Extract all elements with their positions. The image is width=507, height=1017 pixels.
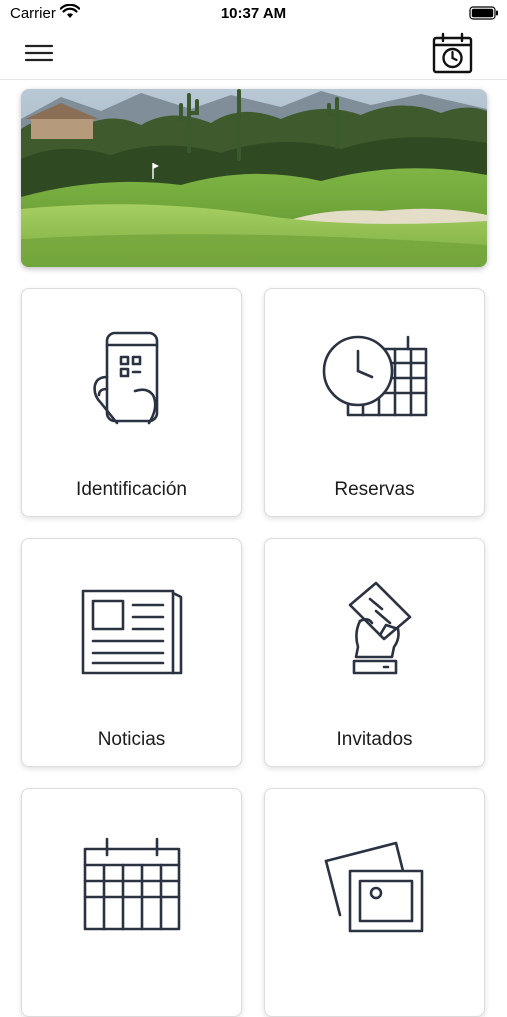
calendar-clock-icon <box>322 335 427 417</box>
phone-qr-icon <box>92 331 158 425</box>
golf-course-photo <box>21 89 487 267</box>
menu-button[interactable] <box>24 40 54 66</box>
newspaper-icon <box>81 589 182 675</box>
hamburger-menu-icon <box>24 44 54 62</box>
calendar-clock-button[interactable] <box>431 32 475 74</box>
tile-label: Noticias <box>97 729 166 750</box>
tile-reservas[interactable]: Reservas <box>264 288 485 517</box>
tile-label: Reservas <box>334 479 415 500</box>
tile-noticias[interactable]: Noticias <box>21 538 242 767</box>
tile-label: Identificación <box>76 479 187 500</box>
battery-icon <box>469 6 498 20</box>
tile-label: Invitados <box>336 729 413 750</box>
calendar-icon <box>83 837 180 931</box>
status-bar: Carrier 10:37 AM <box>0 0 507 28</box>
top-navigation-bar <box>0 28 507 80</box>
hero-golf-course-image <box>21 89 487 267</box>
status-time: 10:37 AM <box>220 5 287 22</box>
tile-invitados[interactable]: Invitados <box>264 538 485 767</box>
calendar-clock-icon <box>432 32 473 74</box>
photos-icon <box>324 841 423 933</box>
tile-identificacion[interactable]: Identificación <box>21 288 242 517</box>
hand-ticket-icon <box>348 581 411 675</box>
tile-calendar[interactable] <box>21 788 242 1017</box>
tile-photos[interactable] <box>264 788 485 1017</box>
